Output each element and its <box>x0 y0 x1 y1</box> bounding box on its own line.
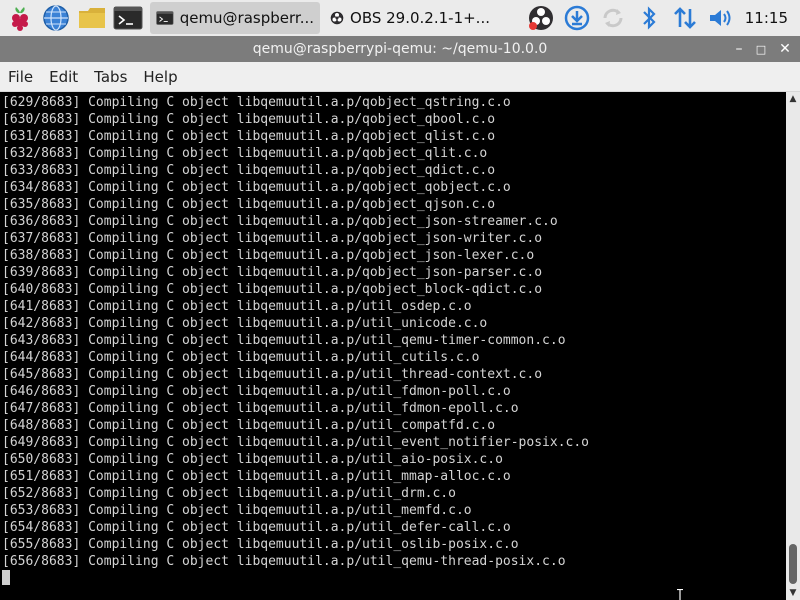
maximize-button[interactable]: □ <box>750 36 772 62</box>
volume-icon <box>709 10 731 26</box>
terminal-line: [652/8683] Compiling C object libqemuuti… <box>2 486 456 501</box>
scroll-up-arrow-icon[interactable]: ▲ <box>786 92 800 106</box>
terminal-line: [633/8683] Compiling C object libqemuuti… <box>2 163 496 178</box>
menu-tabs[interactable]: Tabs <box>86 62 135 92</box>
terminal-line: [637/8683] Compiling C object libqemuuti… <box>2 231 543 246</box>
download-icon <box>564 5 590 31</box>
terminal-line: [635/8683] Compiling C object libqemuuti… <box>2 197 496 212</box>
terminal-line: [653/8683] Compiling C object libqemuuti… <box>2 503 472 518</box>
task-label: qemu@raspberr... <box>179 9 314 27</box>
terminal-lines: [629/8683] Compiling C object libqemuuti… <box>0 92 786 570</box>
folder-icon <box>79 8 105 28</box>
obs-icon <box>330 11 344 25</box>
terminal-line: [648/8683] Compiling C object libqemuuti… <box>2 418 496 433</box>
terminal-line: [650/8683] Compiling C object libqemuuti… <box>2 452 503 467</box>
updates-tray-button[interactable] <box>559 0 595 36</box>
terminal-line: [644/8683] Compiling C object libqemuuti… <box>2 350 480 365</box>
network-arrows-icon <box>673 7 696 29</box>
bluetooth-icon <box>642 6 656 30</box>
terminal-icon <box>156 11 174 25</box>
terminal-line: [638/8683] Compiling C object libqemuuti… <box>2 248 535 263</box>
taskbar: qemu@raspberr... OBS 29.0.2.1-1+... 11:1… <box>0 0 800 36</box>
terminal-line: [636/8683] Compiling C object libqemuuti… <box>2 214 558 229</box>
menu-file[interactable]: File <box>0 62 41 92</box>
sync-tray-button[interactable] <box>595 0 631 36</box>
minimize-button[interactable]: – <box>728 36 750 62</box>
terminal-line: [632/8683] Compiling C object libqemuuti… <box>2 146 488 161</box>
window-titlebar[interactable]: qemu@raspberrypi-qemu: ~/qemu-10.0.0 – □… <box>0 36 800 62</box>
ibeam-pointer-icon <box>677 589 683 600</box>
terminal-line: [629/8683] Compiling C object libqemuuti… <box>2 95 511 110</box>
terminal-line: [649/8683] Compiling C object libqemuuti… <box>2 435 589 450</box>
scrollbar-thumb[interactable] <box>789 544 797 584</box>
terminal-line: [656/8683] Compiling C object libqemuuti… <box>2 554 566 569</box>
terminal-line: [647/8683] Compiling C object libqemuuti… <box>2 401 519 416</box>
file-manager-button[interactable] <box>76 2 108 34</box>
system-tray: 11:15 <box>523 0 800 36</box>
terminal-output[interactable]: [629/8683] Compiling C object libqemuuti… <box>0 92 786 600</box>
raspberry-icon <box>12 7 28 31</box>
network-tray-button[interactable] <box>667 0 703 36</box>
task-obs[interactable]: OBS 29.0.2.1-1+... <box>324 2 496 34</box>
bluetooth-tray-button[interactable] <box>631 0 667 36</box>
volume-tray-button[interactable] <box>703 0 739 36</box>
terminal-line: [655/8683] Compiling C object libqemuuti… <box>2 537 519 552</box>
terminal-line: [642/8683] Compiling C object libqemuuti… <box>2 316 488 331</box>
web-browser-button[interactable] <box>40 2 72 34</box>
menu-bar: File Edit Tabs Help <box>0 62 800 92</box>
terminal-launcher-button[interactable] <box>112 2 144 34</box>
sync-icon <box>603 8 623 28</box>
menu-help[interactable]: Help <box>135 62 185 92</box>
terminal-line: [630/8683] Compiling C object libqemuuti… <box>2 112 496 127</box>
terminal-icon <box>113 6 143 30</box>
terminal-line: [631/8683] Compiling C object libqemuuti… <box>2 129 496 144</box>
terminal-line: [641/8683] Compiling C object libqemuuti… <box>2 299 472 314</box>
raspberry-menu-button[interactable] <box>4 2 36 34</box>
task-label: OBS 29.0.2.1-1+... <box>350 9 490 27</box>
terminal-line: [654/8683] Compiling C object libqemuuti… <box>2 520 511 535</box>
maximize-icon: □ <box>755 42 767 56</box>
text-cursor <box>2 570 10 585</box>
obs-recording-icon <box>528 6 553 30</box>
terminal-line: [643/8683] Compiling C object libqemuuti… <box>2 333 566 348</box>
window-title: qemu@raspberrypi-qemu: ~/qemu-10.0.0 <box>252 41 548 57</box>
obs-tray-button[interactable] <box>523 0 559 36</box>
terminal-line: [640/8683] Compiling C object libqemuuti… <box>2 282 543 297</box>
terminal-line: [651/8683] Compiling C object libqemuuti… <box>2 469 511 484</box>
terminal-scrollbar[interactable]: ▲ ▼ <box>786 92 800 600</box>
terminal-line: [646/8683] Compiling C object libqemuuti… <box>2 384 511 399</box>
task-terminal[interactable]: qemu@raspberr... <box>150 2 320 34</box>
terminal-line: [645/8683] Compiling C object libqemuuti… <box>2 367 543 382</box>
terminal-line: [634/8683] Compiling C object libqemuuti… <box>2 180 511 195</box>
close-button[interactable]: ✕ <box>774 36 796 62</box>
minimize-icon: – <box>735 41 743 57</box>
terminal-line: [639/8683] Compiling C object libqemuuti… <box>2 265 543 280</box>
clock[interactable]: 11:15 <box>739 9 800 27</box>
scroll-down-arrow-icon[interactable]: ▼ <box>786 586 800 600</box>
close-icon: ✕ <box>779 41 791 57</box>
globe-icon <box>43 5 69 31</box>
menu-edit[interactable]: Edit <box>41 62 86 92</box>
